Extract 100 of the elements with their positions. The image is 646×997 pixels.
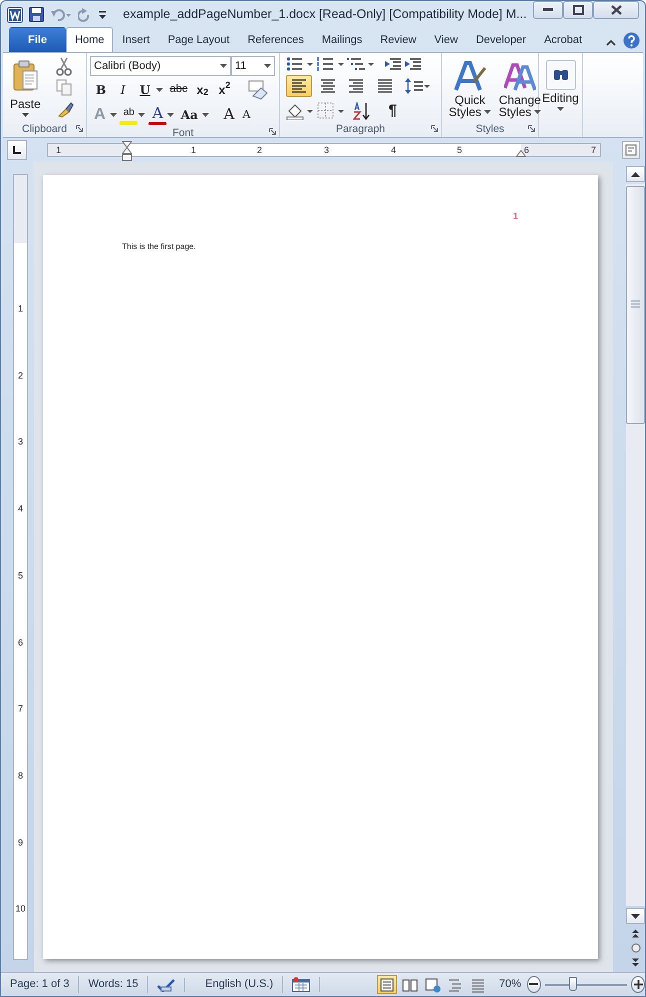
app-icon[interactable] bbox=[7, 6, 23, 22]
vertical-ruler[interactable]: 1 2 3 4 5 6 7 8 9 10 bbox=[13, 174, 28, 960]
scroll-up-button[interactable] bbox=[626, 166, 645, 182]
show-formatting-button[interactable]: ¶ bbox=[384, 100, 401, 122]
font-name-combo[interactable]: Calibri (Body) bbox=[90, 56, 231, 76]
superscript-button[interactable]: x$^{2}$ bbox=[214, 78, 236, 101]
ruler-number: 1 bbox=[16, 302, 24, 316]
italic-button[interactable]: I bbox=[112, 78, 134, 101]
indent-marker-icon[interactable] bbox=[122, 141, 132, 161]
close-icon bbox=[610, 5, 622, 15]
sort-icon[interactable] bbox=[352, 102, 371, 120]
ruler-number: 1 bbox=[191, 144, 196, 157]
save-icon[interactable] bbox=[29, 7, 44, 22]
left-tab-icon bbox=[12, 146, 20, 154]
print-view-button[interactable] bbox=[377, 975, 398, 994]
shrink-font-button[interactable]: A bbox=[238, 104, 254, 126]
zoom-out-button[interactable] bbox=[526, 976, 541, 993]
bullets-icon[interactable] bbox=[286, 56, 314, 72]
help-icon[interactable] bbox=[622, 32, 640, 50]
ribbon-tab[interactable]: Developer bbox=[466, 26, 536, 52]
dropdown-caret-icon bbox=[22, 112, 29, 118]
zoom-level[interactable]: 70% bbox=[499, 976, 522, 993]
dropdown-caret-icon bbox=[264, 64, 271, 68]
previous-page-icon[interactable] bbox=[631, 929, 640, 938]
dropdown-caret-icon[interactable] bbox=[110, 112, 117, 116]
restore-icon bbox=[572, 5, 584, 15]
ruler-number: 4 bbox=[391, 144, 396, 157]
grow-font-button[interactable]: A bbox=[220, 104, 238, 126]
find-icon bbox=[546, 60, 576, 90]
maximize-button[interactable] bbox=[563, 1, 593, 19]
outline-view-icon bbox=[447, 976, 464, 992]
proofing-icon[interactable] bbox=[157, 978, 176, 992]
ribbon-tab[interactable]: Home bbox=[66, 26, 114, 52]
increase-indent-icon[interactable] bbox=[404, 56, 422, 72]
language-indicator[interactable]: English (U.S.) bbox=[185, 976, 284, 993]
change-case-button[interactable]: Aa bbox=[176, 104, 202, 126]
dropdown-caret-icon[interactable] bbox=[156, 88, 163, 92]
minimize-icon bbox=[543, 8, 553, 12]
numbering-icon[interactable] bbox=[316, 56, 344, 72]
tab-selector-button[interactable] bbox=[6, 140, 26, 160]
view-ruler-button[interactable] bbox=[622, 141, 640, 159]
ruler-margin-area bbox=[14, 175, 27, 243]
ruler-number: 5 bbox=[457, 144, 462, 157]
customize-menu-icon[interactable] bbox=[98, 8, 107, 20]
page-count[interactable]: Page: 1 of 3 bbox=[1, 976, 80, 993]
bold-button[interactable]: B bbox=[90, 78, 112, 101]
align-left-button[interactable] bbox=[286, 74, 312, 97]
decrease-indent-icon[interactable] bbox=[384, 56, 402, 72]
quick-styles-button[interactable]: Quick Styles bbox=[448, 56, 492, 122]
ribbon-tab[interactable]: Page Layout bbox=[158, 26, 239, 52]
zoom-in-button[interactable] bbox=[631, 976, 646, 993]
dropdown-caret-icon bbox=[484, 110, 492, 114]
ruler-number: 6 bbox=[16, 636, 24, 649]
scissors-icon[interactable] bbox=[56, 56, 74, 76]
zoom-slider-thumb[interactable] bbox=[569, 976, 578, 990]
ribbon-tab[interactable]: Insert bbox=[113, 26, 159, 52]
font-size-combo[interactable]: 11 bbox=[231, 56, 275, 76]
dropdown-caret-icon bbox=[534, 110, 542, 114]
paintbrush-icon[interactable] bbox=[56, 100, 74, 118]
subscript-button[interactable]: x$_{2}$ bbox=[192, 78, 214, 101]
close-button[interactable] bbox=[593, 1, 639, 19]
ribbon-tab[interactable]: Acrobat bbox=[535, 26, 592, 52]
dropdown-caret-icon[interactable] bbox=[202, 112, 209, 116]
dropdown-caret-icon[interactable] bbox=[167, 112, 174, 116]
minimize-button[interactable] bbox=[533, 1, 563, 19]
shading-icon[interactable] bbox=[286, 102, 314, 120]
styles-gallery-icon bbox=[454, 60, 486, 92]
dialog-launcher-icon[interactable] bbox=[269, 128, 276, 136]
dialog-launcher-icon[interactable] bbox=[76, 124, 84, 132]
browse-object-icon[interactable] bbox=[630, 942, 640, 953]
file-tab[interactable]: File bbox=[9, 26, 66, 52]
clear-formatting-icon[interactable] bbox=[246, 80, 268, 100]
minus-icon bbox=[529, 983, 538, 986]
macro-recording-icon[interactable] bbox=[292, 977, 310, 992]
down-arrow-icon bbox=[631, 914, 640, 919]
paste-button[interactable]: Paste bbox=[6, 56, 45, 122]
ribbon-tab[interactable]: Mailings bbox=[312, 26, 372, 52]
up-arrow-icon bbox=[631, 172, 640, 176]
dialog-launcher-icon[interactable] bbox=[528, 124, 536, 132]
scroll-down-button[interactable] bbox=[626, 908, 645, 924]
strikethrough-button[interactable]: abc bbox=[166, 78, 192, 101]
underline-button[interactable]: U bbox=[134, 78, 156, 101]
ribbon-tab[interactable]: View bbox=[425, 26, 467, 52]
word-count[interactable]: Words: 15 bbox=[79, 976, 148, 993]
multilevel-list-icon[interactable] bbox=[347, 56, 376, 72]
plus-icon bbox=[634, 980, 643, 989]
ribbon-tab[interactable]: Review bbox=[371, 26, 426, 52]
scrollbar-thumb[interactable] bbox=[626, 186, 645, 424]
line-spacing-icon[interactable] bbox=[404, 76, 430, 95]
window-title: example_addPageNumber_1.docx [Read-Only] [Compatibility Mode] M... bbox=[122, 6, 527, 24]
right-indent-marker-icon[interactable] bbox=[516, 150, 526, 157]
dropdown-caret-icon[interactable] bbox=[138, 112, 146, 116]
next-page-icon[interactable] bbox=[631, 958, 640, 966]
dialog-launcher-icon[interactable] bbox=[431, 124, 438, 132]
ruler-number: 10 bbox=[14, 902, 26, 916]
align-right-icon bbox=[347, 76, 366, 95]
font-color-button[interactable]: A bbox=[148, 104, 168, 125]
align-center-icon bbox=[318, 76, 336, 95]
ruler-number: 3 bbox=[16, 436, 24, 449]
ribbon-tab[interactable]: References bbox=[238, 26, 313, 52]
